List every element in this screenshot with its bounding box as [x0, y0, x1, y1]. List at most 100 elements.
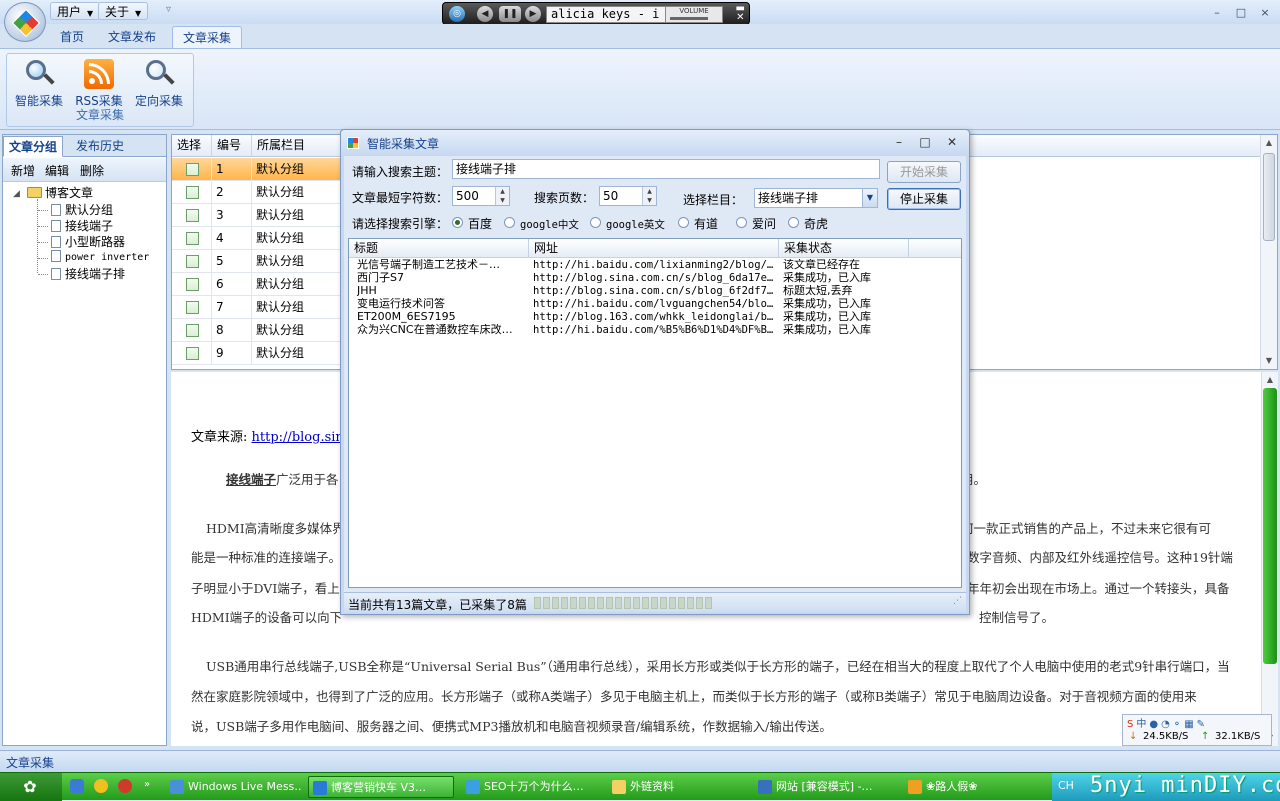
list-item[interactable]: 光信号端子制造工艺技术－… http://hi.baidu.com/lixianm…	[349, 259, 961, 272]
spin-arrows-icon[interactable]: ▲ ▼	[495, 187, 509, 205]
row-checkbox[interactable]	[186, 163, 199, 176]
menu-user[interactable]: 用户 ▼	[50, 2, 101, 20]
tree-item[interactable]: 接线端子排	[51, 266, 125, 282]
table-row[interactable]: 3 默认分组	[172, 204, 344, 227]
row-checkbox[interactable]	[186, 301, 199, 314]
row-checkbox[interactable]	[186, 324, 199, 337]
tree-expand-icon[interactable]: ◢	[13, 186, 20, 202]
next-track-icon[interactable]: ▶	[525, 6, 541, 22]
column-select[interactable]: 接线端子排 ▼	[754, 188, 878, 208]
maximize-button[interactable]: □	[1232, 6, 1250, 20]
table-row[interactable]: 8 默认分组	[172, 319, 344, 342]
scroll-thumb[interactable]	[1263, 388, 1277, 664]
scroll-up-icon[interactable]: ▲	[1263, 137, 1275, 149]
rss-collect-button[interactable]: RSS采集	[69, 58, 129, 108]
start-collect-button[interactable]: 开始采集	[887, 161, 961, 183]
resize-grip-icon[interactable]: ⋰	[953, 596, 962, 606]
row-checkbox[interactable]	[186, 255, 199, 268]
row-checkbox[interactable]	[186, 232, 199, 245]
col-select[interactable]: 选择	[172, 135, 212, 157]
tab-publish[interactable]: 文章发布	[98, 26, 166, 48]
topic-input[interactable]: 接线端子排	[452, 159, 880, 179]
col-title[interactable]: 标题	[349, 239, 529, 258]
taskbar-item[interactable]: 网站 [兼容模式] -…	[754, 776, 896, 798]
menu-about[interactable]: 关于 ▼	[98, 2, 149, 20]
ie-icon[interactable]	[70, 779, 84, 793]
row-checkbox-cell[interactable]	[172, 273, 212, 296]
table-row[interactable]: 7 默认分组	[172, 296, 344, 319]
tree-item[interactable]: 接线端子	[51, 218, 113, 234]
taskbar-item[interactable]: 外链资料	[608, 776, 746, 798]
article-scrollbar[interactable]: ▲ ▼	[1261, 372, 1278, 746]
pages-stepper[interactable]: 50 ▲ ▼	[599, 186, 657, 206]
engine-radio-label[interactable]: 奇虎	[804, 215, 828, 232]
engine-radio[interactable]	[788, 217, 799, 228]
smart-collect-button[interactable]: 智能采集	[9, 58, 69, 108]
taskbar-item[interactable]: Windows Live Mess…	[166, 776, 302, 798]
row-checkbox-cell[interactable]	[172, 158, 212, 181]
list-item[interactable]: ET200M_6ES7195 http://blog.163.com/whkk_l…	[349, 311, 961, 324]
table-row[interactable]: 9 默认分组	[172, 342, 344, 365]
scroll-down-icon[interactable]: ▼	[1263, 355, 1275, 367]
volume-slider[interactable]: VOLUME	[665, 6, 723, 23]
quicklaunch-more-icon[interactable]: »	[144, 779, 150, 790]
engine-radio[interactable]	[504, 217, 515, 228]
row-checkbox[interactable]	[186, 347, 199, 360]
dialog-close-icon[interactable]: ✕	[944, 135, 960, 151]
row-checkbox-cell[interactable]	[172, 319, 212, 342]
tab-collect[interactable]: 文章采集	[172, 26, 243, 48]
language-indicator[interactable]: CH	[1058, 779, 1074, 792]
engine-radio[interactable]	[452, 217, 463, 228]
add-group-button[interactable]: 新增	[11, 162, 35, 179]
min-chars-stepper[interactable]: 500 ▲ ▼	[452, 186, 510, 206]
pause-icon[interactable]: ❚❚	[499, 6, 521, 22]
col-group[interactable]: 所属栏目	[252, 135, 344, 157]
quick-access-customize-icon[interactable]: ▿	[166, 4, 171, 15]
engine-radio-label[interactable]: google中文	[520, 217, 579, 232]
tray-toolbar-icons[interactable]: S中●◔⚬▦✎	[1123, 715, 1273, 730]
row-checkbox-cell[interactable]	[172, 181, 212, 204]
row-checkbox[interactable]	[186, 186, 199, 199]
list-item[interactable]: 变电运行技术问答 http://hi.baidu.com/lvguangchen5…	[349, 298, 961, 311]
table-row[interactable]: 1 默认分组	[172, 158, 344, 181]
table-row[interactable]: 2 默认分组	[172, 181, 344, 204]
minimize-button[interactable]: –	[1208, 6, 1226, 20]
engine-radio[interactable]	[590, 217, 601, 228]
list-item[interactable]: JHH http://blog.sina.com.cn/s/blog_6f2df7…	[349, 285, 961, 298]
player-close-icon[interactable]: ✕	[736, 13, 745, 23]
start-button[interactable]: ✿	[0, 773, 62, 801]
engine-radio-label[interactable]: 百度	[468, 215, 492, 232]
app-launch-icon[interactable]	[118, 779, 132, 793]
prev-track-icon[interactable]: ◀	[477, 6, 493, 22]
close-button[interactable]: ×	[1256, 6, 1274, 20]
stop-collect-button[interactable]: 停止采集	[887, 188, 961, 210]
app-menu-orb[interactable]	[4, 2, 46, 42]
tab-home[interactable]: 首页	[50, 26, 94, 48]
row-checkbox-cell[interactable]	[172, 250, 212, 273]
col-url[interactable]: 网址	[529, 239, 779, 258]
taskbar-item[interactable]: 博客营销快车 V3…	[308, 776, 454, 798]
tab-article-groups[interactable]: 文章分组	[3, 136, 64, 157]
table-row[interactable]: 5 默认分组	[172, 250, 344, 273]
col-id[interactable]: 编号	[212, 135, 252, 157]
list-item[interactable]: 西门子S7 http://blog.sina.com.cn/s/blog_6da1…	[349, 272, 961, 285]
row-checkbox[interactable]	[186, 278, 199, 291]
taskbar-item[interactable]: SEO十万个为什么…	[462, 776, 600, 798]
spin-arrows-icon[interactable]: ▲ ▼	[642, 187, 656, 205]
engine-radio[interactable]	[678, 217, 689, 228]
edit-group-button[interactable]: 编辑	[45, 162, 69, 179]
grid-scrollbar[interactable]: ▲ ▼	[1260, 135, 1277, 369]
scroll-thumb[interactable]	[1263, 153, 1275, 241]
scroll-up-icon[interactable]: ▲	[1264, 374, 1276, 386]
engine-radio-label[interactable]: 有道	[694, 215, 718, 232]
tab-publish-history[interactable]: 发布历史	[71, 136, 129, 157]
dialog-minimize-icon[interactable]: –	[891, 135, 907, 151]
player-logo-icon[interactable]: ◎	[449, 6, 465, 22]
taskbar-item[interactable]: ❀路人假❀	[904, 776, 1044, 798]
dialog-title-bar[interactable]: 智能采集文章 – □ ✕	[341, 130, 969, 156]
engine-radio[interactable]	[736, 217, 747, 228]
tree-item[interactable]: 默认分组	[51, 202, 113, 218]
row-checkbox-cell[interactable]	[172, 342, 212, 365]
dialog-maximize-icon[interactable]: □	[917, 135, 933, 151]
col-status[interactable]: 采集状态	[779, 239, 909, 258]
